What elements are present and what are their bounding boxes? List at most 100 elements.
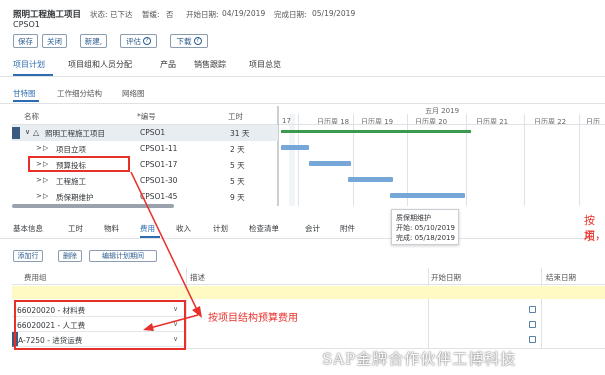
row-days: 2 天 xyxy=(230,145,245,154)
tab-project-overview[interactable]: 项目总览 xyxy=(249,59,281,70)
tab-work-hours[interactable]: 工时 xyxy=(68,223,83,234)
tab-sales-tracking[interactable]: 销售跟踪 xyxy=(194,59,226,70)
expand-icon[interactable]: > xyxy=(36,144,42,152)
gantt-col-name: 名称 xyxy=(24,112,39,121)
grid-line xyxy=(298,114,299,206)
finish-date-value: 05/19/2019 xyxy=(312,9,356,18)
evaluate-button[interactable]: 评估? xyxy=(120,34,157,48)
expand-icon[interactable]: > xyxy=(36,176,42,184)
horizontal-scrollbar[interactable] xyxy=(12,204,174,208)
new-button[interactable]: 新建, xyxy=(80,34,107,48)
task-bar-warranty[interactable] xyxy=(390,193,465,198)
project-title: 照明工程施工项目 xyxy=(13,10,82,20)
help-icon: ? xyxy=(193,37,202,45)
task-bar-budget[interactable] xyxy=(309,161,351,166)
collapse-icon[interactable]: ∨ xyxy=(25,128,30,136)
week-label: 日历周 21 xyxy=(476,118,509,126)
planned-start-value: 04/19/2019 xyxy=(222,9,266,18)
watermark: SAP金牌合作伙伴工博科技 xyxy=(322,350,517,368)
row-days: 5 天 xyxy=(230,161,245,170)
row-selector[interactable] xyxy=(12,127,20,139)
highlight-box-budget-task xyxy=(28,156,130,172)
row-days: 5 天 xyxy=(230,177,245,186)
finish-date-label: 完成日期: xyxy=(274,10,307,19)
suspended-value: 否 xyxy=(166,10,174,19)
task-icon: ▷ xyxy=(43,192,49,200)
week-label: 日历周 19 xyxy=(361,118,394,126)
tab-products[interactable]: 产品 xyxy=(160,59,176,70)
col-start-date: 开始日期 xyxy=(431,273,461,282)
tab-project-plan[interactable]: 项目计划 xyxy=(13,59,45,70)
annotation-budget: 按项目结构预算费用 xyxy=(208,313,298,324)
col-end-date: 结束日期 xyxy=(546,273,576,282)
tab-checklist[interactable]: 检查清单 xyxy=(249,223,279,234)
save-button[interactable]: 保存 xyxy=(13,34,38,48)
col-divider xyxy=(428,268,429,348)
delete-button[interactable]: 删除 xyxy=(58,250,82,262)
divider xyxy=(0,238,590,239)
evaluate-label: 评估 xyxy=(126,36,141,46)
gantt-row[interactable]: > ▷ 工程施工 CPSO1-30 5 天 xyxy=(12,173,278,189)
planned-start-label: 开始日期: xyxy=(186,10,219,19)
task-bar-construction[interactable] xyxy=(348,177,393,182)
project-progress-bar xyxy=(281,130,471,133)
tooltip-title: 质保期维护 xyxy=(396,214,431,222)
gantt-row[interactable]: > ▷ 质保期维护 CPSO1-45 9 天 xyxy=(12,189,278,205)
week-label: 日历 xyxy=(586,118,600,126)
expand-icon[interactable]: > xyxy=(36,192,42,200)
row-code: CPSO1-30 xyxy=(140,176,178,185)
tab-cost[interactable]: 费用 xyxy=(140,223,155,234)
tab-schedule[interactable]: 计划 xyxy=(213,223,228,234)
row-code: CPSO1-11 xyxy=(140,144,178,153)
highlight-box-cost-items xyxy=(14,300,186,350)
row-name: 质保期维护 xyxy=(56,193,94,202)
add-row-button[interactable]: 添加行 xyxy=(13,250,43,262)
tab-network[interactable]: 网络图 xyxy=(122,88,145,99)
tab-basic-info[interactable]: 基本信息 xyxy=(13,223,43,234)
weekend-shade xyxy=(289,114,295,206)
download-button[interactable]: 下载? xyxy=(170,34,208,48)
tab-attachments[interactable]: 附件 xyxy=(340,223,355,234)
tab-team-assignment[interactable]: 项目组和人员分配 xyxy=(68,59,132,70)
tab-wbs[interactable]: 工作细分结构 xyxy=(57,88,102,99)
suspended-label: 暂缓: xyxy=(142,10,160,19)
tooltip-start: 开始: 05/10/2019 xyxy=(396,224,455,232)
col-divider xyxy=(541,268,542,348)
col-description: 描述 xyxy=(190,273,205,282)
calendar-icon[interactable] xyxy=(529,336,536,343)
row-name: 项目立项 xyxy=(56,145,86,154)
tab-gantt[interactable]: 甘特图 xyxy=(13,88,36,99)
calendar-icon[interactable] xyxy=(529,306,536,313)
project-id: CPSO1 xyxy=(13,20,40,29)
week-label: 日历周 18 xyxy=(317,118,350,126)
gantt-col-code: *编号 xyxy=(137,112,156,121)
row-days: 31 天 xyxy=(230,129,250,138)
help-icon: ? xyxy=(143,37,151,45)
close-button[interactable]: 关闭 xyxy=(42,34,67,48)
row-code: CPSO1 xyxy=(140,128,166,137)
grid-line xyxy=(466,114,467,206)
download-label: 下载 xyxy=(176,36,192,46)
bar-tooltip: 质保期维护 开始: 05/10/2019 完成: 05/18/2019 xyxy=(391,209,459,245)
phase-icon: △ xyxy=(33,128,40,137)
row-days: 9 天 xyxy=(230,193,245,202)
row-code: CPSO1-17 xyxy=(140,160,178,169)
calendar-icon[interactable] xyxy=(529,321,536,328)
tab-accounting[interactable]: 会计 xyxy=(305,223,320,234)
task-bar-initiation[interactable] xyxy=(281,145,309,150)
new-row-highlight xyxy=(12,286,605,299)
grid-line xyxy=(353,114,354,206)
gantt-row[interactable]: > ▷ 项目立项 CPSO1-11 2 天 xyxy=(12,141,278,157)
edit-plan-period-button[interactable]: 编辑计划期间 xyxy=(89,250,157,262)
tab-material[interactable]: 物料 xyxy=(104,223,119,234)
status-value: 已下达 xyxy=(110,10,133,19)
tab-revenue[interactable]: 收入 xyxy=(176,223,191,234)
divider xyxy=(0,76,605,77)
gantt-row[interactable]: ∨ △ 照明工程施工项目 CPSO1 31 天 xyxy=(12,125,278,141)
status-label: 状态: xyxy=(90,10,108,19)
row-name: 照明工程施工项目 xyxy=(45,129,105,138)
month-label: 五月 2019 xyxy=(425,107,460,115)
row-name: 工程施工 xyxy=(56,177,86,186)
divider xyxy=(0,103,605,104)
grid-line xyxy=(579,114,580,206)
